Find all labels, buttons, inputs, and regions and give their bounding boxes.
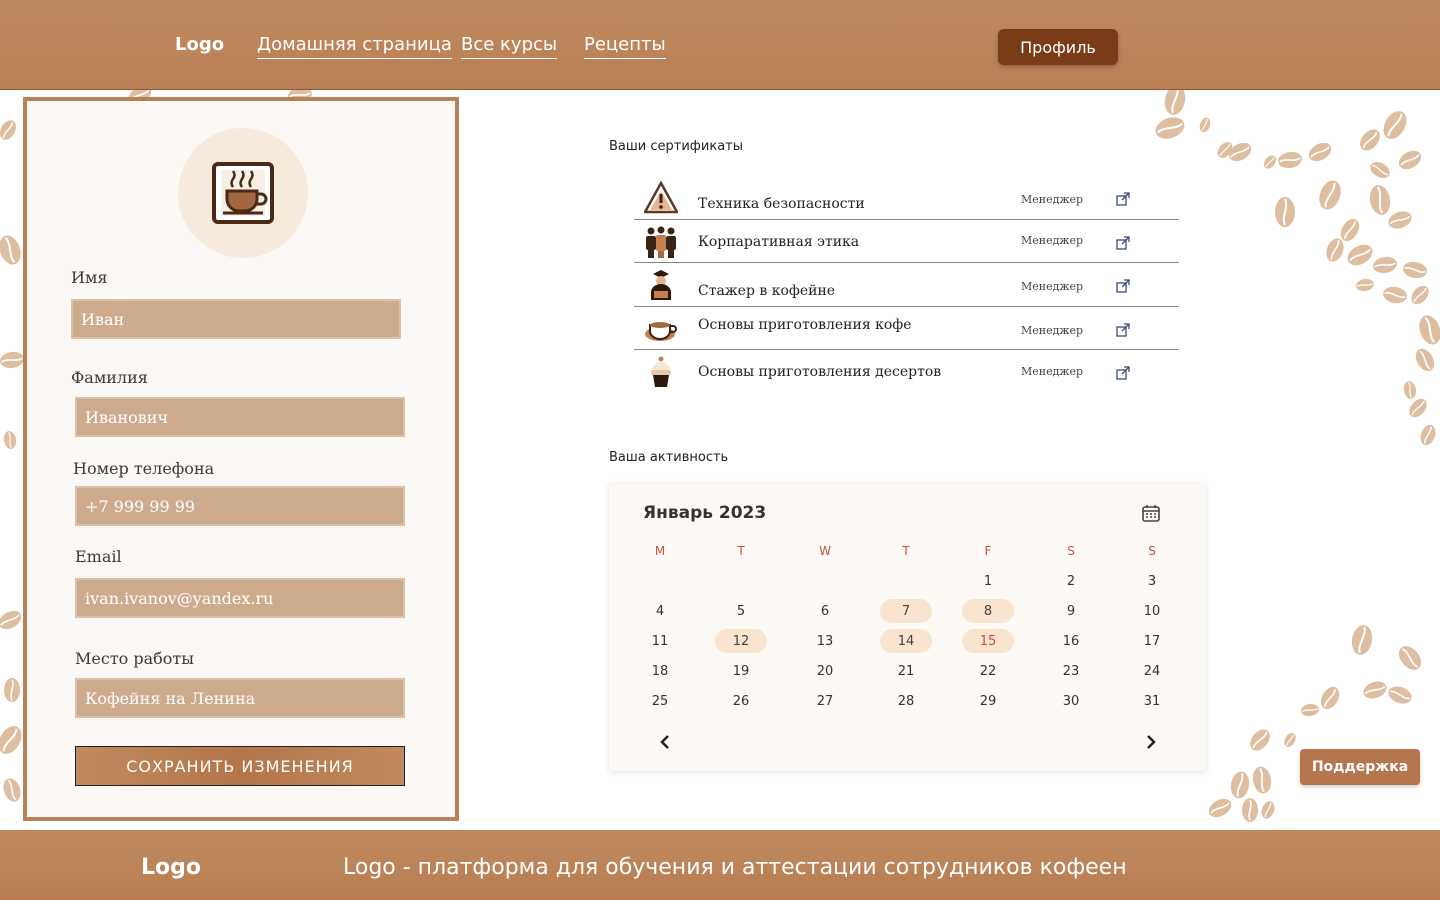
profile-button[interactable]: Профиль (998, 29, 1118, 65)
nav-home-link[interactable]: Домашняя страница (257, 34, 452, 59)
footer: Logo Logo - платформа для обучения и атт… (0, 830, 1440, 900)
calendar-day[interactable]: 1 (962, 569, 1014, 593)
certificate-name: Корпаративная этика (698, 233, 860, 250)
calendar-day[interactable]: 29 (962, 689, 1014, 713)
certificate-name: Стажер в кофейне (698, 283, 836, 299)
email-label: Email (75, 547, 122, 566)
calendar-day[interactable]: 27 (799, 689, 851, 713)
profile-card: Имя Иван Фамилия Иванович Номер телефона… (23, 97, 459, 821)
certificates-list: Техника безопасности Менеджер Корпаратив… (634, 176, 1179, 394)
certificate-role: Менеджер (1021, 193, 1084, 206)
header-logo[interactable]: Logo (175, 34, 224, 55)
calendar-day[interactable]: 5 (715, 599, 767, 623)
warning-icon (644, 181, 678, 214)
footer-tagline: Logo - платформа для обучения и аттестац… (343, 855, 1127, 880)
certificate-name: Основы приготовления десертов (698, 364, 942, 380)
avatar[interactable] (178, 128, 308, 258)
support-button[interactable]: Поддержка (1300, 749, 1420, 785)
calendar-weekday: T (902, 544, 910, 558)
first-name-label: Имя (71, 268, 108, 287)
calendar-day[interactable]: 14 (880, 629, 932, 653)
certificate-row: Основы приготовления десертов Менеджер (634, 350, 1179, 394)
coffee-cup-icon (645, 321, 677, 341)
calendar-icon[interactable] (1141, 503, 1161, 523)
certificate-row: Техника безопасности Менеджер (634, 176, 1179, 220)
calendar-day[interactable]: 18 (634, 659, 686, 683)
calendar-day[interactable]: 12 (715, 629, 767, 653)
calendar-weekday: F (984, 544, 992, 558)
team-icon (646, 226, 676, 258)
coffee-cup-icon (212, 162, 274, 224)
calendar-day[interactable]: 19 (715, 659, 767, 683)
calendar-weekday: M (654, 544, 666, 558)
top-header: Logo Домашняя страница Все курсы Рецепты… (0, 0, 1440, 90)
certificate-role: Менеджер (1021, 365, 1084, 378)
calendar-day[interactable]: 17 (1126, 629, 1178, 653)
chevron-left-icon[interactable] (655, 732, 675, 752)
external-link-icon[interactable] (1116, 366, 1130, 380)
external-link-icon[interactable] (1116, 322, 1130, 337)
activity-calendar: Январь 2023 M T W T F S S 1 2 3 4 5 6 7 8 9 10 11 12 13 14 15… (609, 484, 1206, 771)
phone-label: Номер телефона (73, 459, 215, 478)
calendar-day[interactable]: 30 (1045, 689, 1097, 713)
certificate-name: Основы приготовления кофе (698, 316, 912, 333)
certificate-row: Стажер в кофейне Менеджер (634, 263, 1179, 307)
calendar-day[interactable]: 10 (1126, 599, 1178, 623)
certificate-name: Техника безопасности (698, 196, 865, 212)
calendar-day[interactable]: 26 (715, 689, 767, 713)
cupcake-icon (651, 356, 671, 387)
external-link-icon[interactable] (1116, 235, 1130, 250)
external-link-icon[interactable] (1116, 279, 1130, 293)
calendar-day[interactable]: 15 (962, 629, 1014, 653)
nav-courses-link[interactable]: Все курсы (461, 34, 558, 59)
certificates-title: Ваши сертификаты (609, 139, 743, 154)
activity-title: Ваша активность (609, 450, 729, 465)
calendar-day[interactable]: 6 (799, 599, 851, 623)
phone-field[interactable]: +7 999 99 99 (75, 486, 405, 526)
certificate-row: Корпаративная этика Менеджер (634, 220, 1179, 263)
save-changes-button[interactable]: СОХРАНИТЬ ИЗМЕНЕНИЯ (75, 746, 405, 786)
calendar-day[interactable]: 22 (962, 659, 1014, 683)
calendar-day[interactable]: 25 (634, 689, 686, 713)
calendar-weekday: W (819, 544, 831, 558)
external-link-icon[interactable] (1116, 192, 1130, 206)
calendar-day[interactable]: 28 (880, 689, 932, 713)
certificate-row: Основы приготовления кофе Менеджер (634, 307, 1179, 350)
chevron-right-icon[interactable] (1141, 732, 1161, 752)
calendar-day[interactable]: 16 (1045, 629, 1097, 653)
calendar-day[interactable]: 4 (634, 599, 686, 623)
calendar-day[interactable]: 3 (1126, 569, 1178, 593)
calendar-day[interactable]: 9 (1045, 599, 1097, 623)
calendar-day[interactable]: 13 (799, 629, 851, 653)
graduate-icon (651, 270, 671, 300)
first-name-field[interactable]: Иван (71, 299, 401, 339)
footer-logo[interactable]: Logo (141, 855, 201, 880)
last-name-field[interactable]: Иванович (75, 397, 405, 437)
calendar-day[interactable]: 11 (634, 629, 686, 653)
certificate-role: Менеджер (1021, 323, 1084, 337)
last-name-label: Фамилия (71, 368, 148, 387)
calendar-day[interactable]: 31 (1126, 689, 1178, 713)
calendar-day[interactable]: 21 (880, 659, 932, 683)
calendar-month-title: Январь 2023 (643, 503, 767, 523)
calendar-day[interactable]: 7 (880, 599, 932, 623)
calendar-day[interactable]: 8 (962, 599, 1014, 623)
workplace-label: Место работы (75, 649, 195, 668)
calendar-weekday: S (1067, 544, 1075, 558)
calendar-day[interactable]: 20 (799, 659, 851, 683)
calendar-weekday: S (1148, 544, 1156, 558)
calendar-weekday: T (737, 544, 745, 558)
workplace-field[interactable]: Кофейня на Ленина (75, 678, 405, 718)
nav-recipes-link[interactable]: Рецепты (584, 34, 666, 59)
email-field[interactable]: ivan.ivanov@yandex.ru (75, 578, 405, 618)
certificate-role: Менеджер (1021, 233, 1084, 247)
calendar-day[interactable]: 23 (1045, 659, 1097, 683)
calendar-day[interactable]: 2 (1045, 569, 1097, 593)
certificate-role: Менеджер (1021, 280, 1084, 293)
calendar-day[interactable]: 24 (1126, 659, 1178, 683)
